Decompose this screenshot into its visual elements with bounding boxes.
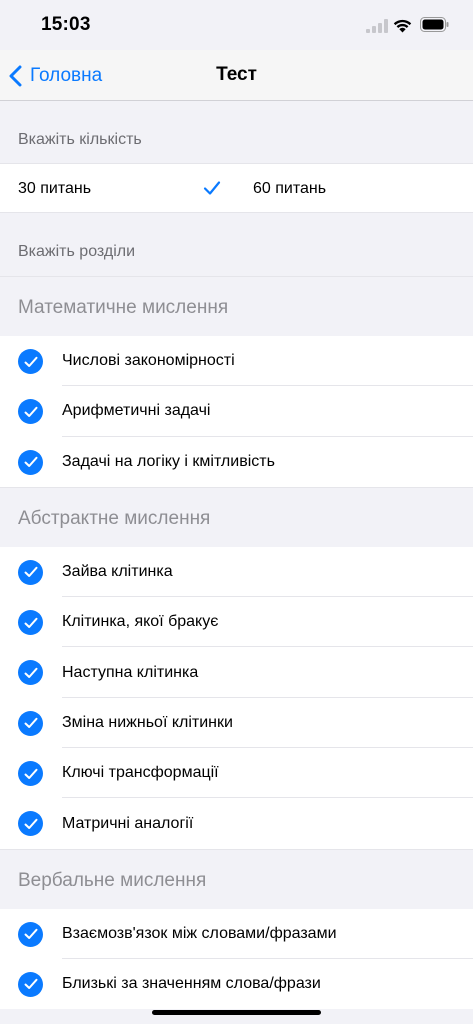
home-indicator — [152, 1010, 321, 1015]
group-list: Числові закономірності Арифметичні задачі… — [0, 336, 473, 487]
checkmark-icon[interactable] — [18, 610, 43, 636]
list-item[interactable]: Зміна нижньої клітинки — [0, 698, 473, 749]
count-option-label: 60 питань — [253, 180, 327, 197]
screen: 15:03 Головна Тест Вкажіть кількість 30 … — [0, 0, 473, 1024]
wifi-icon — [393, 19, 412, 33]
list-item[interactable]: Арифметичні задачі — [0, 386, 473, 437]
list-item-label: Матричні аналогії — [62, 814, 194, 832]
list-item[interactable]: Задачі на логіку і кмітливість — [0, 437, 473, 487]
checkmark-icon[interactable] — [18, 921, 43, 947]
status-time: 15:03 — [41, 14, 91, 35]
checkmark-icon — [203, 181, 221, 195]
group-title: Вербальне мислення — [0, 848, 473, 909]
list-item-label: Арифметичні задачі — [62, 402, 211, 420]
list-item-label: Числові закономірності — [62, 352, 235, 370]
checkmark-icon[interactable] — [18, 710, 43, 736]
count-option-30[interactable]: 30 питань — [18, 164, 208, 214]
battery-icon — [420, 17, 449, 32]
count-section-header: Вкажіть кількість — [0, 101, 473, 163]
group-list: Взаємозв'язок між словами/фразами Близькі… — [0, 908, 473, 1010]
checkmark-icon[interactable] — [18, 971, 43, 997]
list-item[interactable]: Клітинка, якої бракує — [0, 597, 473, 648]
list-item-label: Наступна клітинка — [62, 663, 199, 681]
checkmark-icon[interactable] — [18, 349, 43, 374]
section-groups: Математичне мислення Числові закономірнос… — [0, 276, 473, 1010]
list-item-label: Клітинка, якої бракує — [62, 613, 219, 631]
checkmark-icon[interactable] — [18, 399, 43, 425]
list-item-label: Взаємозв'язок між словами/фразами — [62, 924, 337, 942]
list-item[interactable]: Наступна клітинка — [0, 647, 473, 698]
list-item-label: Близькі за значенням слова/фрази — [62, 975, 321, 993]
list-item[interactable]: Близькі за значенням слова/фрази — [0, 959, 473, 1009]
page-title: Тест — [216, 64, 257, 85]
checkmark-icon[interactable] — [18, 761, 43, 787]
checkmark-icon[interactable] — [18, 660, 43, 686]
list-item[interactable]: Числові закономірності — [0, 336, 473, 387]
list-item-label: Зайва клітинка — [62, 563, 173, 581]
checkmark-icon[interactable] — [18, 811, 43, 837]
sections-header: Вкажіть розділи — [0, 213, 473, 276]
list-item-label: Зміна нижньої клітинки — [62, 713, 233, 731]
group-list: Зайва клітинка Клітинка, якої бракує Насту… — [0, 546, 473, 849]
content: Вкажіть кількість 30 питань 60 питань Вк… — [0, 101, 473, 1010]
list-item[interactable]: Матричні аналогії — [0, 798, 473, 848]
list-item[interactable]: Зайва клітинка — [0, 547, 473, 598]
count-option-60[interactable]: 60 питань — [253, 164, 453, 214]
group-title: Абстрактне мислення — [0, 486, 473, 547]
count-options: 30 питань 60 питань — [0, 163, 473, 213]
list-item[interactable]: Взаємозв'язок між словами/фразами — [0, 909, 473, 959]
cellular-signal-icon — [366, 19, 388, 33]
group-title: Математичне мислення — [0, 276, 473, 336]
checkmark-icon[interactable] — [18, 559, 43, 585]
checkmark-icon[interactable] — [18, 449, 43, 475]
list-item-label: Задачі на логіку і кмітливість — [62, 452, 275, 470]
navigation-bar: Головна Тест — [0, 50, 473, 101]
list-item[interactable]: Ключі трансформації — [0, 748, 473, 799]
list-item-label: Ключі трансформації — [62, 764, 219, 782]
count-option-label: 30 питань — [18, 180, 92, 197]
status-bar: 15:03 — [0, 0, 473, 50]
